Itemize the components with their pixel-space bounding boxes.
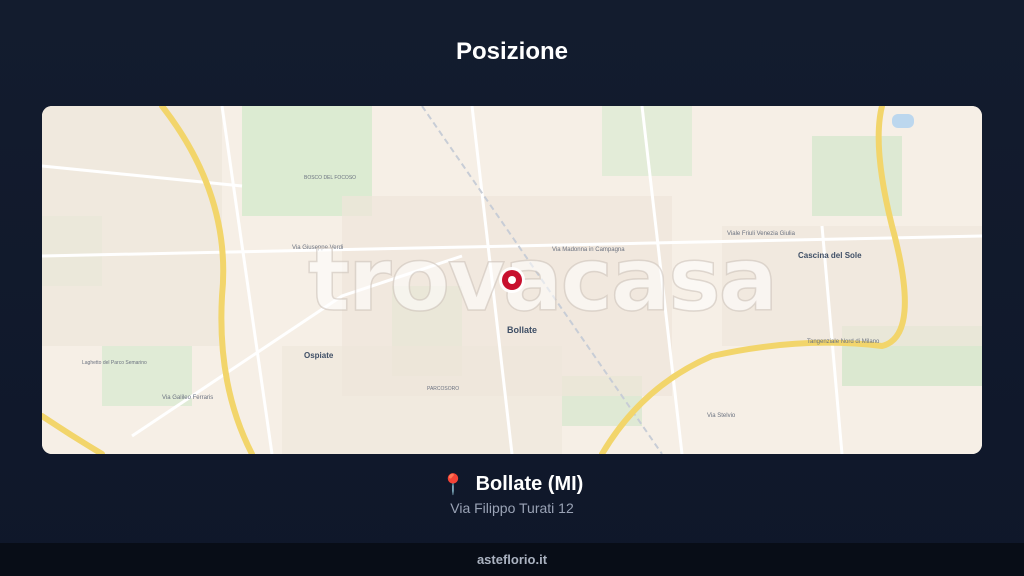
street-label: Via Madonna in Campagna bbox=[552, 247, 625, 253]
place-label-cascina-del-sole: Cascina del Sole bbox=[798, 251, 862, 260]
place-label-ospiate: Ospiate bbox=[304, 351, 334, 360]
location-city: Bollate (MI) bbox=[475, 472, 584, 495]
footer: asteflorio.it bbox=[0, 543, 1024, 576]
map-pin-icon: 📍 bbox=[440, 472, 466, 496]
area-label: BOSCO DEL FOCOSO bbox=[304, 175, 356, 181]
area-label: Laghetto del Parco Semarino bbox=[82, 360, 147, 366]
street-label: Viale Friuli Venezia Giulia bbox=[727, 231, 796, 237]
location-address: Via Filippo Turati 12 bbox=[450, 500, 574, 516]
location-marker-icon[interactable] bbox=[502, 270, 522, 290]
location-summary: 📍 Bollate (MI) bbox=[0, 472, 1024, 496]
area-label: PARCOSORO bbox=[427, 386, 459, 392]
footer-brand[interactable]: asteflorio.it bbox=[477, 552, 547, 567]
place-label-bollate: Bollate bbox=[507, 325, 537, 335]
location-map[interactable]: Via Giuseppe Verdi Via Madonna in Campag… bbox=[42, 106, 982, 454]
street-label: Via Galileo Ferraris bbox=[162, 395, 213, 401]
page-title: Posizione bbox=[455, 38, 569, 65]
street-label: Via Giuseppe Verdi bbox=[292, 245, 343, 251]
street-label: Tangenziale Nord di Milano bbox=[807, 339, 880, 345]
street-label: Via Stelvio bbox=[707, 413, 736, 419]
